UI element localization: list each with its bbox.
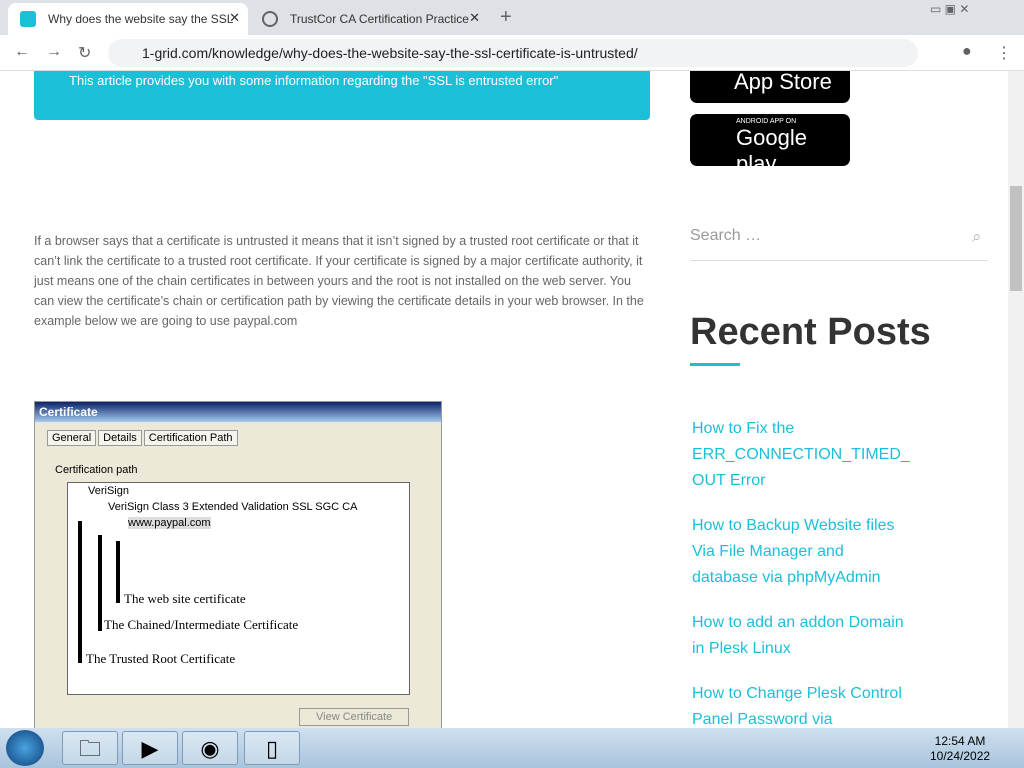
article-banner: This article provides you with some info… (34, 71, 650, 120)
recent-post-link[interactable]: How to Fix the ERR_CONNECTION_TIMED_ OUT… (692, 416, 912, 494)
site-favicon-icon (20, 11, 36, 27)
recent-posts-heading: Recent Posts (690, 311, 931, 353)
view-certificate-button: View Certificate (299, 708, 410, 726)
tab-general: General (47, 430, 97, 446)
window-controls[interactable]: ▭ ▣ ✕ (930, 2, 969, 16)
google-play-label: Google play (736, 125, 807, 176)
tab-bar: Why does the website say the SSL ✕ TrustC… (0, 0, 1024, 35)
group-label: Certification path (55, 464, 138, 476)
clock-date: 10/24/2022 (930, 749, 991, 763)
taskbar: 🗀 ▶ ◉ ▯ 12:54 AM 10/24/2022 (0, 728, 1024, 768)
arrow-root (78, 521, 82, 663)
chrome-icon[interactable]: ◉ (182, 731, 238, 765)
close-tab-icon[interactable]: ✕ (229, 10, 240, 26)
arrow-chain (98, 535, 102, 631)
tree-node: VeriSign Class 3 Extended Validation SSL… (108, 501, 358, 513)
google-play-button[interactable]: ANDROID APP ON Google play (690, 114, 850, 176)
dialog-tabs: General Details Certification Path (47, 430, 240, 446)
forward-icon[interactable]: → (46, 43, 62, 61)
globe-icon (262, 11, 278, 27)
app-store-label: App Store (734, 71, 832, 94)
dialog-title: Certificate (35, 402, 441, 422)
search-input[interactable]: Search … (690, 221, 988, 261)
reload-icon[interactable]: ↻ (78, 43, 91, 63)
recent-post-link[interactable]: How to Backup Website files Via File Man… (692, 513, 912, 591)
tab-active[interactable]: Why does the website say the SSL ✕ (8, 3, 248, 35)
profile-icon[interactable]: ● (962, 43, 972, 61)
clock: 12:54 AM 10/24/2022 (930, 734, 990, 764)
tab-details: Details (98, 430, 142, 446)
tab-certification-path: Certification Path (143, 430, 238, 446)
start-button[interactable] (6, 730, 44, 766)
scrollbar-thumb[interactable] (1010, 186, 1022, 291)
recent-post-link[interactable]: How to Change Plesk Control Panel Passwo… (692, 681, 912, 728)
page-content: This article provides you with some info… (0, 71, 1008, 728)
certificate-dialog-image: Certificate General Details Certification … (34, 401, 442, 728)
app-store-button[interactable]: App Store (690, 71, 850, 103)
label-chain: The Chained/Intermediate Certificate (104, 617, 299, 632)
arrow-site (116, 541, 120, 603)
heading-underline (690, 363, 740, 366)
tab-title: Why does the website say the SSL (48, 12, 234, 26)
tree-node: VeriSign (88, 485, 129, 497)
menu-icon[interactable]: ⋮ (996, 43, 1012, 63)
back-icon[interactable]: ← (14, 43, 30, 61)
toolbar: ← → ↻ 1-grid.com/knowledge/why-does-the-… (0, 35, 1024, 71)
tree-node: www.paypal.com (128, 517, 211, 529)
article-paragraph: If a browser says that a certificate is … (34, 234, 644, 328)
clock-time: 12:54 AM (934, 734, 986, 748)
scrollbar[interactable] (1008, 71, 1024, 728)
recent-post-link[interactable]: How to add an addon Domain in Plesk Linu… (692, 610, 912, 662)
label-site: The web site certificate (124, 591, 246, 606)
cert-tree: VeriSign VeriSign Class 3 Extended Valid… (67, 482, 410, 695)
search-icon[interactable]: ⌕ (972, 227, 982, 247)
media-player-icon[interactable]: ▶ (122, 731, 178, 765)
explorer-icon[interactable]: 🗀 (62, 731, 118, 765)
tab-inactive[interactable]: TrustCor CA Certification Practice ✕ (250, 3, 488, 35)
google-small-label: ANDROID APP ON (736, 118, 797, 125)
new-tab-button[interactable]: + (500, 6, 512, 29)
label-root: The Trusted Root Certificate (86, 651, 236, 666)
notepad-icon[interactable]: ▯ (244, 731, 300, 765)
address-bar[interactable]: 1-grid.com/knowledge/why-does-the-websit… (108, 39, 918, 67)
close-tab-icon[interactable]: ✕ (469, 10, 480, 26)
tab-title: TrustCor CA Certification Practice (290, 12, 469, 26)
